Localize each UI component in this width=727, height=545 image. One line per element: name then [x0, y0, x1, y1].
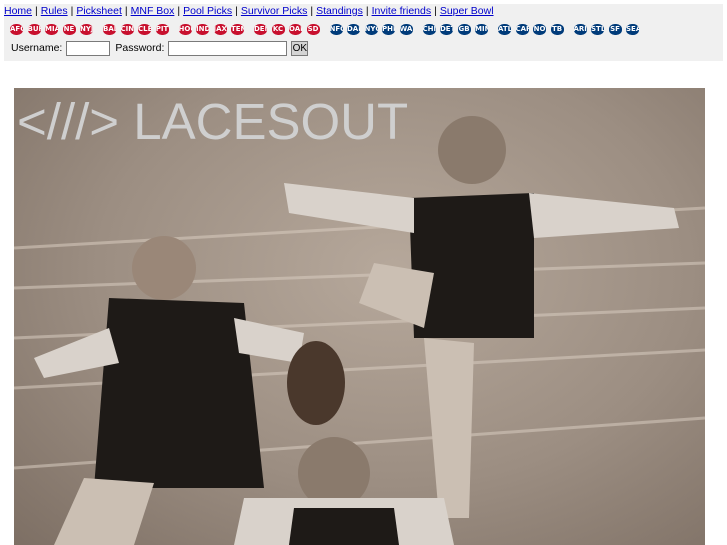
nav-separator: |: [124, 5, 128, 17]
chiefs-logo-icon[interactable]: KC: [271, 23, 285, 35]
lions-logo-icon[interactable]: DET: [440, 23, 453, 35]
titans-logo-icon[interactable]: TEN: [231, 23, 244, 35]
bears-logo-icon[interactable]: CHI: [422, 23, 436, 35]
falcons-logo-icon[interactable]: ATL: [498, 23, 511, 35]
bengals-logo-icon[interactable]: CIN: [120, 23, 134, 35]
vikings-logo-icon[interactable]: MIN: [475, 23, 488, 35]
packers-logo-icon[interactable]: GB: [457, 23, 471, 35]
nav-super-bowl-link[interactable]: Super Bowl: [440, 5, 494, 17]
dolphins-logo-icon[interactable]: MIA: [45, 23, 58, 35]
redskins-logo-icon[interactable]: WAS: [399, 23, 413, 35]
nav-picksheet-link[interactable]: Picksheet: [76, 5, 122, 17]
giants-logo-icon[interactable]: NYG: [364, 23, 378, 35]
nav-mnf-box-link[interactable]: MNF Box: [131, 5, 175, 17]
nav-separator: |: [434, 5, 437, 17]
username-input[interactable]: [66, 40, 111, 56]
site-brand-title: <///> LACESOUT: [17, 93, 409, 150]
hero-photo-illustration: [14, 116, 705, 545]
team-logo-strip: AFC BUF MIA NE NYJ BAL CIN CLE PIT HOU I…: [10, 20, 644, 38]
top-bar: Home | Rules | Picksheet | MNF Box | Pool Picks |…: [4, 4, 723, 61]
login-submit-button[interactable]: OK: [291, 40, 309, 56]
browns-logo-icon[interactable]: CLE: [138, 23, 151, 35]
hero-image: <///> LACESOUT: [14, 88, 705, 545]
password-label: Password:: [115, 42, 165, 54]
steelers-logo-icon[interactable]: PIT: [155, 23, 169, 35]
rams-logo-icon[interactable]: STL: [591, 23, 604, 35]
seahawks-logo-icon[interactable]: SEA: [626, 23, 639, 35]
afc-logo-icon[interactable]: AFC: [10, 23, 23, 35]
bills-logo-icon[interactable]: BUF: [27, 23, 41, 35]
nav-separator: |: [35, 5, 38, 17]
broncos-logo-icon[interactable]: DEN: [254, 23, 267, 35]
nav-invite-friends-link[interactable]: Invite friends: [372, 5, 432, 17]
nav-rules-link[interactable]: Rules: [41, 5, 68, 17]
cardinals-logo-icon[interactable]: ARI: [573, 23, 587, 35]
login-form: Username: Password: OK: [11, 39, 309, 57]
raiders-logo-icon[interactable]: OAK: [289, 23, 302, 35]
cowboys-logo-icon[interactable]: DAL: [347, 23, 360, 35]
buccaneers-logo-icon[interactable]: TB: [550, 23, 564, 35]
panthers-logo-icon[interactable]: CAR: [515, 23, 529, 35]
jets-logo-icon[interactable]: NYJ: [80, 23, 93, 35]
saints-logo-icon[interactable]: NO: [533, 23, 546, 35]
nav-home-link[interactable]: Home: [4, 5, 32, 17]
username-label: Username:: [11, 42, 63, 54]
ravens-logo-icon[interactable]: BAL: [103, 23, 116, 35]
colts-logo-icon[interactable]: IND: [196, 23, 209, 35]
nav-links: Home | Rules | Picksheet | MNF Box | Pool Picks |…: [4, 4, 494, 18]
jaguars-logo-icon[interactable]: JAX: [213, 23, 227, 35]
chargers-logo-icon[interactable]: SD: [306, 23, 320, 35]
texans-logo-icon[interactable]: HOU: [178, 23, 192, 35]
password-input[interactable]: [168, 40, 288, 56]
nav-standings-link[interactable]: Standings: [316, 5, 363, 17]
nav-survivor-picks-link[interactable]: Survivor Picks: [241, 5, 308, 17]
patriots-logo-icon[interactable]: NE: [62, 23, 76, 35]
nav-separator: |: [177, 5, 181, 17]
nfc-logo-icon[interactable]: NFC: [329, 23, 343, 35]
nav-separator: |: [365, 5, 369, 17]
49ers-logo-icon[interactable]: SF: [608, 23, 622, 35]
nav-pool-picks-link[interactable]: Pool Picks: [183, 5, 232, 17]
eagles-logo-icon[interactable]: PHI: [382, 23, 395, 35]
nav-separator: |: [310, 5, 314, 17]
nav-separator: |: [235, 5, 238, 17]
